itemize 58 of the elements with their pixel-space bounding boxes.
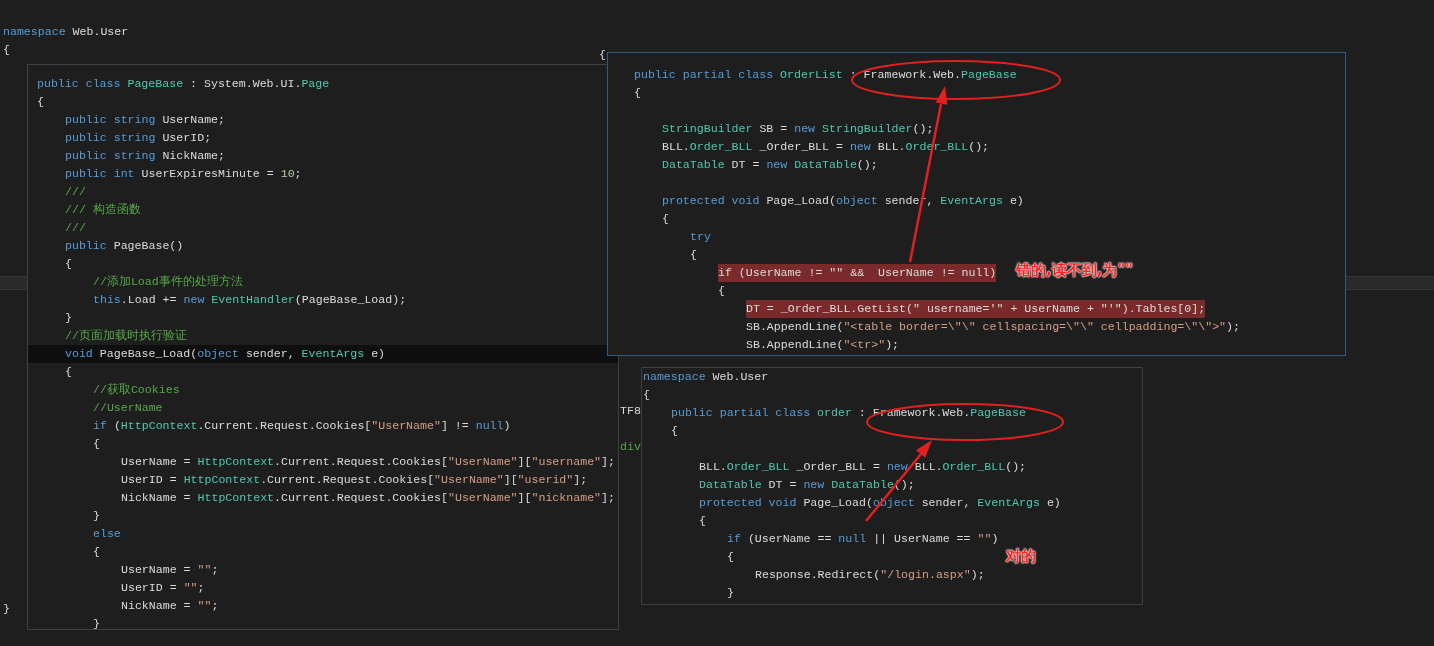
code-line: { — [699, 513, 706, 529]
code-line: UserID = HttpContext.Current.Request.Cookies["UserName"]["userid"]; — [121, 472, 588, 488]
code-line: { — [718, 283, 725, 299]
code-line: //添加Load事件的处理方法 — [93, 274, 243, 290]
code-line: { — [65, 256, 72, 272]
code-line: /// 构造函数 — [65, 202, 141, 218]
code-line: div — [620, 439, 641, 455]
code-line: NickName = HttpContext.Current.Request.Cookies["UserName"]["nickname"]; — [121, 490, 615, 506]
code-line: { — [93, 436, 100, 452]
code-line: else — [93, 526, 121, 542]
code-line: /// — [65, 184, 86, 200]
code-line: { — [37, 94, 44, 110]
code-line: TF8 — [620, 403, 641, 419]
code-line: namespace Web.User — [643, 369, 769, 385]
code-line: //获取Cookies — [93, 382, 180, 398]
code-line: //UserName — [93, 400, 163, 416]
code-line: public string UserName; — [65, 112, 226, 128]
code-line: { — [662, 211, 669, 227]
code-line: { — [727, 549, 734, 565]
code-line: //页面加载时执行验证 — [65, 328, 187, 344]
annotation-text: 错的,读不到,为"" — [1016, 260, 1134, 281]
code-line: { — [93, 544, 100, 560]
code-line: } — [3, 601, 10, 617]
code-line: public partial class OrderList : Framework.Web.PageBase — [634, 67, 1017, 83]
code-line: namespace Web.User — [3, 24, 129, 40]
code-line: public class PageBase : System.Web.UI.Page — [37, 76, 330, 92]
code-line: this.Load += new EventHandler(PageBase_Load); — [93, 292, 407, 308]
code-line: { — [65, 364, 72, 380]
code-line: } — [727, 585, 734, 601]
code-line: { — [634, 85, 641, 101]
code-line: /// — [65, 220, 86, 236]
code-line: public PageBase() — [65, 238, 184, 254]
code-line: { — [643, 387, 650, 403]
code-line: UserName = ""; — [121, 562, 219, 578]
code-line: { — [671, 423, 678, 439]
code-line: BLL.Order_BLL _Order_BLL = new BLL.Order_BLL(); — [699, 459, 1027, 475]
code-line: NickName = ""; — [121, 598, 219, 614]
code-line: } — [65, 310, 72, 326]
code-line: if (HttpContext.Current.Request.Cookies["UserName"] != null) — [93, 418, 511, 434]
code-line: UserName = HttpContext.Current.Request.Cookies["UserName"]["username"]; — [121, 454, 615, 470]
code-line: { — [3, 42, 10, 58]
code-line: public string NickName; — [65, 148, 226, 164]
code-line: StringBuilder SB = new StringBuilder(); — [662, 121, 934, 137]
annotation-text: 对的 — [1006, 546, 1036, 567]
code-line: Response.Redirect("/login.aspx"); — [755, 567, 985, 583]
code-line: { — [690, 247, 697, 263]
code-line: UserID = ""; — [121, 580, 205, 596]
code-line: DataTable DT = new DataTable(); — [662, 157, 878, 173]
code-line: if (UserName == null || UserName == "") — [727, 531, 999, 547]
code-line: } — [93, 508, 100, 524]
code-line: SB.AppendLine("<tr>"); — [746, 337, 900, 353]
code-line: } — [93, 616, 100, 629]
code-line: try — [690, 229, 711, 245]
code-line: { — [599, 47, 606, 63]
code-line: SB.AppendLine("<table border=\"\" cellspacing=\"\" cellpadding=\"\">"); — [746, 319, 1240, 335]
code-line: public int UserExpiresMinute = 10; — [65, 166, 302, 182]
code-line: public string UserID; — [65, 130, 212, 146]
code-line: void PageBase_Load(object sender, EventArgs e) — [65, 346, 386, 362]
